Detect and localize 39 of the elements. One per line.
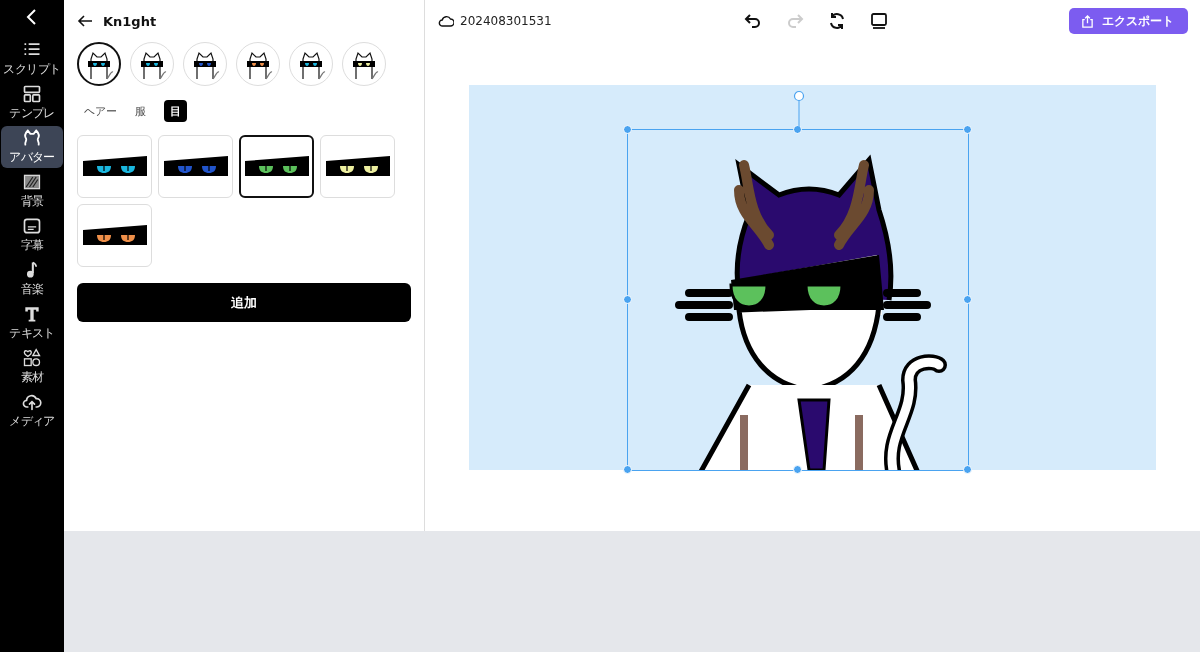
back-arrow-icon[interactable] — [77, 13, 93, 29]
sidebar-item[interactable]: スクリプト — [1, 38, 63, 80]
material-icon — [22, 348, 42, 368]
project-name: 202408301531 — [460, 14, 552, 28]
background-icon — [22, 172, 42, 192]
resize-handle[interactable] — [963, 295, 972, 304]
resize-handle[interactable] — [793, 125, 802, 134]
media-icon — [22, 392, 42, 412]
monitor-icon[interactable] — [869, 11, 889, 31]
resize-handle[interactable] — [623, 465, 632, 474]
add-button[interactable]: 追加 — [77, 283, 411, 322]
sidebar-item[interactable]: メディア — [1, 390, 63, 432]
refresh-icon[interactable] — [827, 11, 847, 31]
sidebar-item[interactable]: テキスト — [1, 302, 63, 344]
cloud-icon — [438, 13, 454, 29]
sidebar-item[interactable]: 素材 — [1, 346, 63, 388]
avatar-option[interactable] — [77, 42, 121, 86]
sidebar-item[interactable]: 音楽 — [1, 258, 63, 300]
sidebar-item[interactable]: 背景 — [1, 170, 63, 212]
resize-handle[interactable] — [623, 125, 632, 134]
eye-option[interactable] — [239, 135, 314, 198]
sidebar-item[interactable]: アバター — [1, 126, 63, 168]
category-tab[interactable]: ヘアー — [84, 100, 117, 122]
resize-handle[interactable] — [623, 295, 632, 304]
share-icon — [1081, 14, 1094, 28]
resize-handle[interactable] — [793, 465, 802, 474]
export-button[interactable]: エクスポート — [1069, 8, 1188, 34]
resize-handle[interactable] — [963, 465, 972, 474]
resize-handle[interactable] — [963, 125, 972, 134]
avatar-title: Kn1ght — [103, 13, 157, 29]
subtitle-icon — [22, 216, 42, 236]
category-tab[interactable]: 目 — [164, 100, 187, 122]
template-icon — [22, 84, 42, 104]
sidebar-item[interactable]: テンプレ — [1, 82, 63, 124]
undo-icon[interactable] — [743, 11, 763, 31]
text-icon — [22, 304, 42, 324]
avatar-icon — [22, 128, 42, 148]
sidebar-item[interactable]: 字幕 — [1, 214, 63, 256]
category-tab[interactable]: 服 — [135, 100, 146, 122]
